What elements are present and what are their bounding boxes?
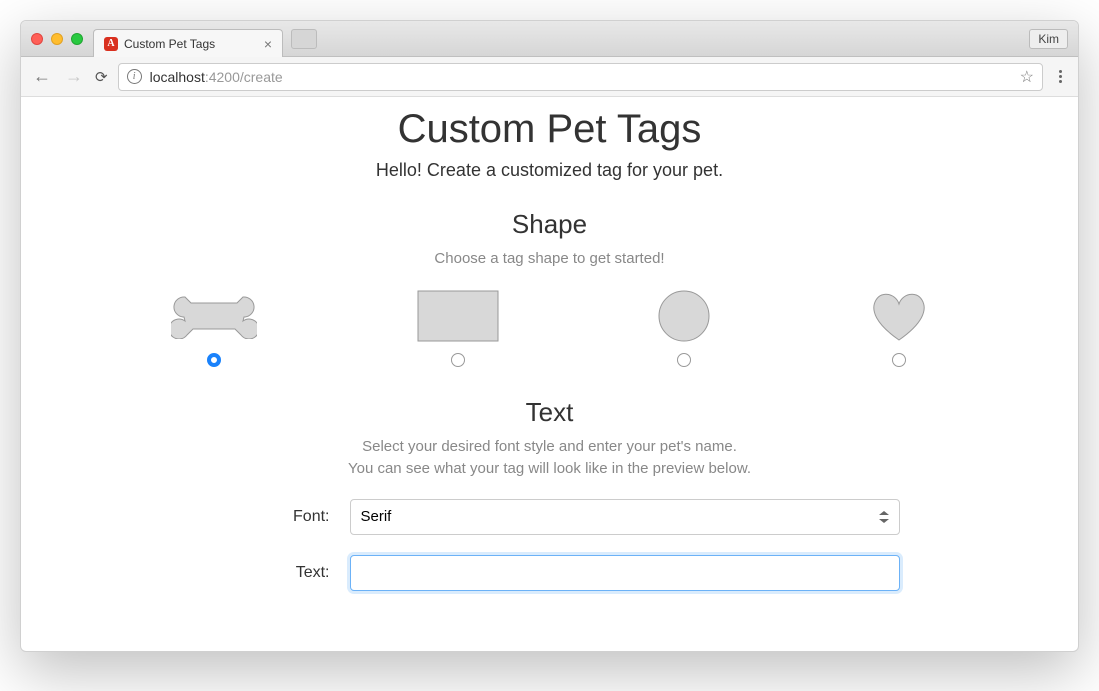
text-form: Font: Serif Text: [200, 499, 900, 591]
shape-hint: Choose a tag shape to get started! [51, 248, 1048, 271]
shape-radio-circle[interactable] [677, 353, 691, 367]
shape-option-rectangle [417, 289, 499, 367]
shape-radio-rectangle[interactable] [451, 353, 465, 367]
shape-radio-bone[interactable] [207, 353, 221, 367]
shape-option-bone [171, 289, 257, 367]
font-select[interactable]: Serif [350, 499, 900, 535]
browser-menu-button[interactable] [1053, 70, 1068, 83]
close-tab-button[interactable]: × [264, 36, 272, 52]
minimize-window-button[interactable] [51, 33, 63, 45]
forward-button[interactable]: → [63, 66, 85, 87]
bookmark-star-icon[interactable]: ☆ [1020, 67, 1034, 87]
titlebar: A Custom Pet Tags × Kim [21, 21, 1078, 57]
back-button[interactable]: ← [31, 66, 53, 87]
address-bar[interactable]: i localhost:4200/create ☆ [118, 63, 1043, 91]
circle-icon [658, 290, 710, 342]
text-label: Text: [200, 564, 350, 582]
shape-radio-heart[interactable] [892, 353, 906, 367]
text-heading: Text [51, 397, 1048, 428]
address-toolbar: ← → ⟳ i localhost:4200/create ☆ [21, 57, 1078, 97]
new-tab-button[interactable] [291, 29, 317, 49]
heart-icon [870, 290, 928, 342]
bone-icon [171, 293, 257, 339]
shape-heading: Shape [51, 209, 1048, 240]
shape-option-circle [658, 289, 710, 367]
url-text: localhost:4200/create [150, 69, 283, 85]
window-controls [31, 33, 83, 45]
reload-button[interactable]: ⟳ [95, 68, 108, 86]
profile-badge[interactable]: Kim [1029, 29, 1068, 49]
font-label: Font: [200, 508, 350, 526]
page-content: Custom Pet Tags Hello! Create a customiz… [21, 97, 1078, 651]
shape-options-row [91, 289, 1008, 367]
text-hint: Select your desired font style and enter… [51, 436, 1048, 481]
page-subtitle: Hello! Create a customized tag for your … [51, 160, 1048, 181]
browser-tab[interactable]: A Custom Pet Tags × [93, 29, 283, 57]
angular-favicon: A [104, 37, 118, 51]
site-info-icon[interactable]: i [127, 69, 142, 84]
browser-window: A Custom Pet Tags × Kim ← → ⟳ i localhos… [20, 20, 1079, 652]
page-title: Custom Pet Tags [51, 107, 1048, 152]
shape-option-heart [870, 289, 928, 367]
pet-name-input[interactable] [350, 555, 900, 591]
rectangle-icon [417, 290, 499, 342]
maximize-window-button[interactable] [71, 33, 83, 45]
tab-title: Custom Pet Tags [124, 37, 215, 51]
close-window-button[interactable] [31, 33, 43, 45]
tab-strip: A Custom Pet Tags × [93, 21, 317, 56]
